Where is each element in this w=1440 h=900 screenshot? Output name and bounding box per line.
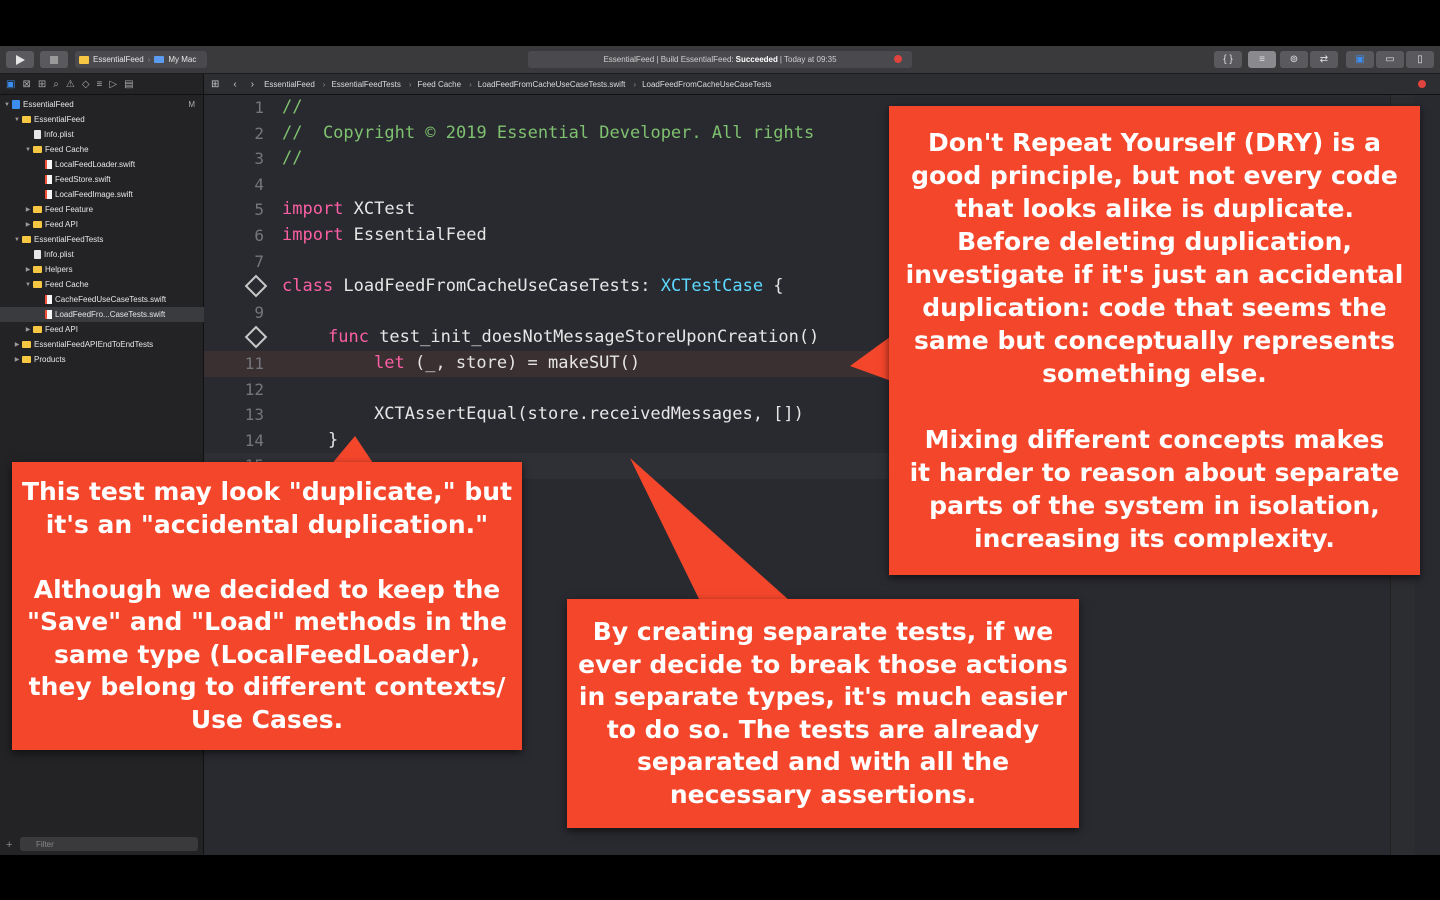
dry-callout: Don't Repeat Yourself (DRY) is a good pr… xyxy=(889,106,1420,575)
accidental-callout: This test may look "duplicate," but it's… xyxy=(12,462,522,750)
separate-callout: By creating separate tests, if we ever d… xyxy=(567,599,1079,828)
separate-callout-tail xyxy=(630,458,790,601)
xcode-window: EssentialFeed › My Mac EssentialFeed | B… xyxy=(0,46,1440,855)
